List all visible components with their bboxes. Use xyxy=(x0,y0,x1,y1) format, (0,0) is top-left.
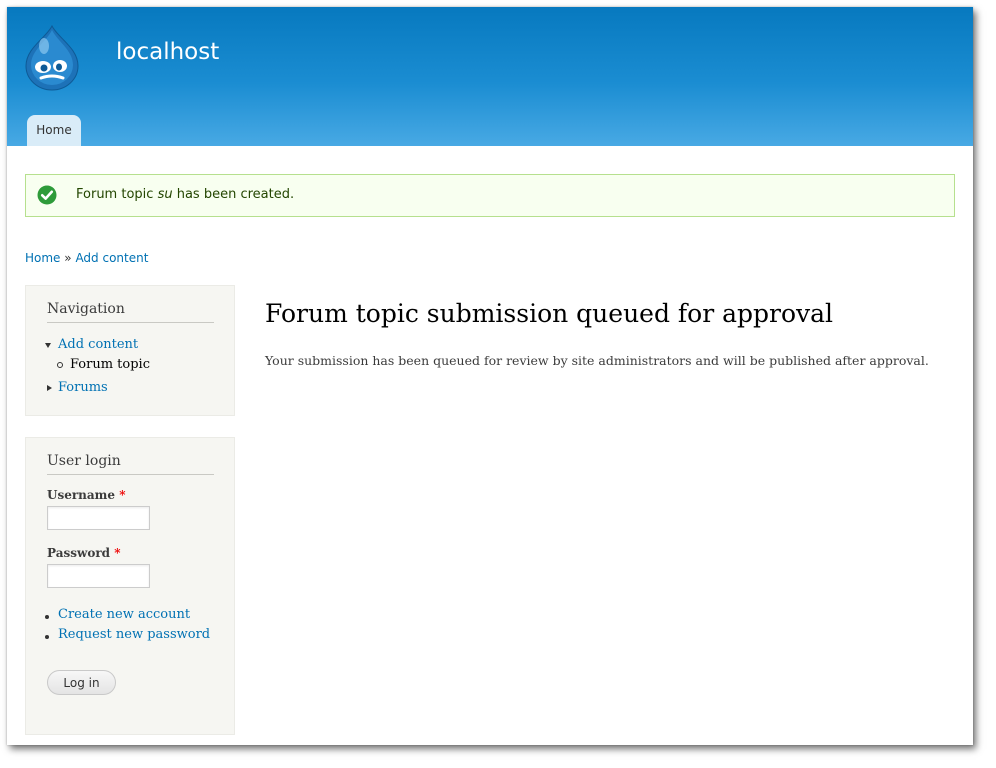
status-node-title: su xyxy=(157,187,173,202)
password-label-text: Password xyxy=(47,546,111,560)
nav-add-content-link[interactable]: Add content xyxy=(58,337,138,352)
browser-window: localhost Home Forum topic su has been c… xyxy=(7,7,973,745)
status-message: Forum topic su has been created. xyxy=(25,174,955,217)
required-marker: * xyxy=(114,546,121,560)
circle-bullet-icon xyxy=(57,362,63,368)
breadcrumb-add-content-link[interactable]: Add content xyxy=(75,251,148,265)
password-input[interactable] xyxy=(47,564,150,588)
collapsed-arrow-icon xyxy=(47,385,52,391)
bullet-icon xyxy=(45,615,49,619)
status-suffix: has been created. xyxy=(176,187,295,202)
password-label: Password * xyxy=(47,546,121,560)
breadcrumb-separator: » xyxy=(64,251,72,265)
required-marker: * xyxy=(119,488,126,502)
user-login-title: User login xyxy=(47,453,214,475)
status-text: Forum topic su has been created. xyxy=(76,187,294,202)
nav-forum-topic-active[interactable]: Forum topic xyxy=(70,357,150,372)
breadcrumb-home-link[interactable]: Home xyxy=(25,251,60,265)
nav-forums-link[interactable]: Forums xyxy=(58,380,108,395)
page-title: Forum topic submission queued for approv… xyxy=(265,299,834,328)
navigation-title: Navigation xyxy=(47,301,214,323)
status-prefix: Forum topic xyxy=(76,187,154,202)
user-login-block: User login Username * Password * Create … xyxy=(25,437,235,735)
username-label: Username * xyxy=(47,488,125,502)
check-circle-icon xyxy=(37,185,57,205)
breadcrumb: Home » Add content xyxy=(25,251,148,265)
site-header: localhost Home xyxy=(7,7,973,146)
navigation-block: Navigation Add content Forum topic Forum… xyxy=(25,285,235,416)
bullet-icon xyxy=(45,635,49,639)
page-body-text: Your submission has been queued for revi… xyxy=(265,353,929,368)
tab-home[interactable]: Home xyxy=(27,115,81,146)
log-in-button[interactable]: Log in xyxy=(47,670,116,695)
site-logo-icon[interactable] xyxy=(22,24,82,92)
username-input[interactable] xyxy=(47,506,150,530)
create-account-link[interactable]: Create new account xyxy=(58,607,190,622)
expanded-arrow-icon xyxy=(45,343,51,348)
request-password-link[interactable]: Request new password xyxy=(58,627,210,642)
site-name[interactable]: localhost xyxy=(116,39,219,65)
username-label-text: Username xyxy=(47,488,116,502)
